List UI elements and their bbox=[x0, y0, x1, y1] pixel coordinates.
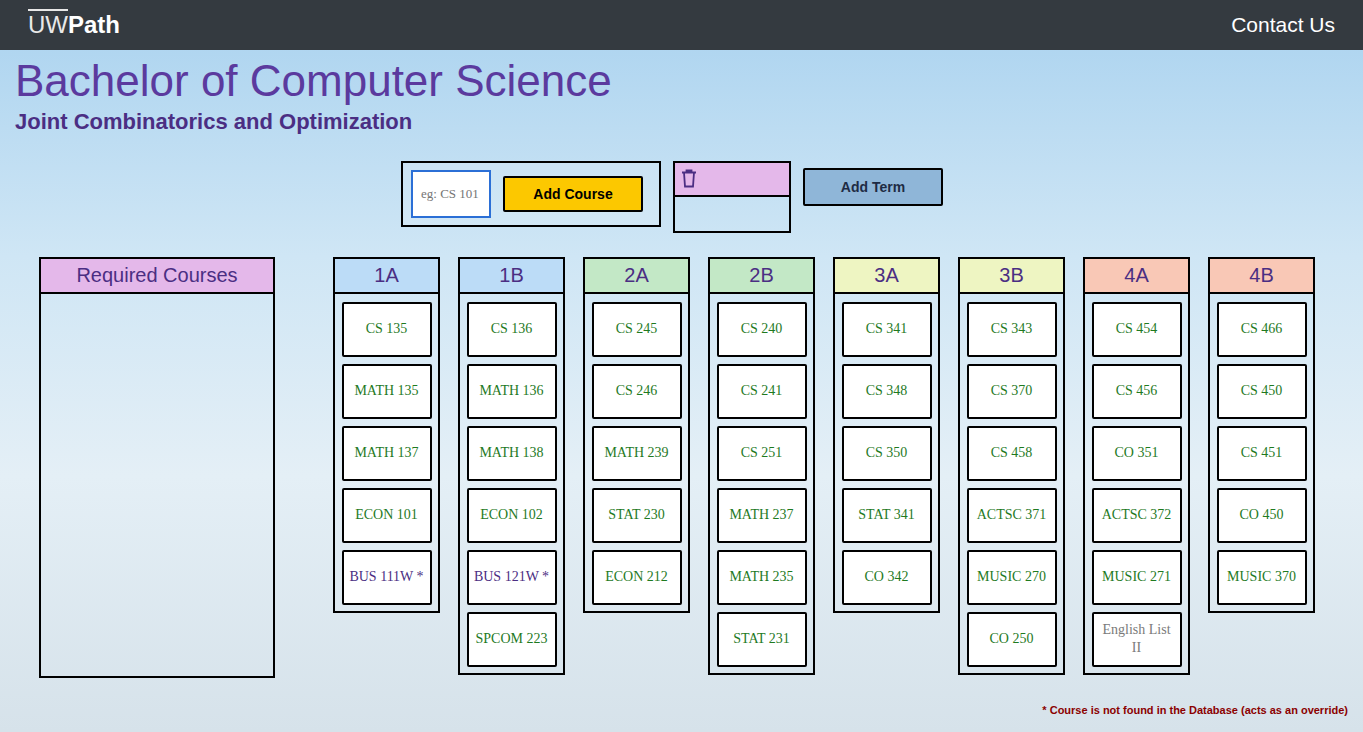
add-course-button[interactable]: Add Course bbox=[503, 176, 643, 212]
add-course-box: Add Course bbox=[401, 161, 661, 227]
degree-title: Bachelor of Computer Science bbox=[15, 56, 1363, 107]
course-card[interactable]: MUSIC 270 bbox=[967, 550, 1057, 605]
course-card[interactable]: STAT 231 bbox=[717, 612, 807, 667]
course-card[interactable]: MUSIC 271 bbox=[1092, 550, 1182, 605]
term-column[interactable]: 3A CS 341 CS 348 CS 350 STAT 341 CO 342 bbox=[833, 257, 940, 613]
course-card[interactable]: BUS 111W * bbox=[342, 550, 432, 605]
term-header: 2B bbox=[710, 259, 813, 294]
term-header: 4B bbox=[1210, 259, 1313, 294]
course-card[interactable]: CO 450 bbox=[1217, 488, 1307, 543]
course-card[interactable]: MATH 138 bbox=[467, 426, 557, 481]
trash-body bbox=[675, 197, 789, 231]
course-card[interactable]: CS 341 bbox=[842, 302, 932, 357]
course-card[interactable]: CS 241 bbox=[717, 364, 807, 419]
course-card[interactable]: MATH 237 bbox=[717, 488, 807, 543]
course-card[interactable]: CS 251 bbox=[717, 426, 807, 481]
course-card[interactable]: MATH 239 bbox=[592, 426, 682, 481]
term-column[interactable]: 4B CS 466 CS 450 CS 451 CO 450 MUSIC 370 bbox=[1208, 257, 1315, 613]
navbar: UWPath Contact Us bbox=[0, 0, 1363, 50]
course-card[interactable]: CO 342 bbox=[842, 550, 932, 605]
term-header: 2A bbox=[585, 259, 688, 294]
course-card[interactable]: BUS 121W * bbox=[467, 550, 557, 605]
term-course-list: CS 245 CS 246 MATH 239 STAT 230 ECON 212 bbox=[585, 294, 688, 609]
course-card[interactable]: CS 348 bbox=[842, 364, 932, 419]
trash-icon bbox=[681, 169, 697, 188]
course-card[interactable]: MATH 235 bbox=[717, 550, 807, 605]
course-card[interactable]: ECON 212 bbox=[592, 550, 682, 605]
required-header: Required Courses bbox=[41, 259, 273, 294]
term-course-list: CS 136 MATH 136 MATH 138 ECON 102 BUS 121W *… bbox=[460, 294, 563, 671]
course-card[interactable]: CS 456 bbox=[1092, 364, 1182, 419]
term-course-list: CS 240 CS 241 CS 251 MATH 237 MATH 235 STAT 2… bbox=[710, 294, 813, 671]
term-column[interactable]: 2B CS 240 CS 241 CS 251 MATH 237 MATH 235 STAT… bbox=[708, 257, 815, 675]
terms: 1A CS 135 MATH 135 MATH 137 ECON 101 BUS 111W… bbox=[333, 257, 1315, 675]
course-card[interactable]: CS 450 bbox=[1217, 364, 1307, 419]
course-card[interactable]: CS 135 bbox=[342, 302, 432, 357]
course-card[interactable]: ACTSC 372 bbox=[1092, 488, 1182, 543]
course-card[interactable]: CS 343 bbox=[967, 302, 1057, 357]
course-card[interactable]: MATH 136 bbox=[467, 364, 557, 419]
course-card[interactable]: CS 458 bbox=[967, 426, 1057, 481]
course-card[interactable]: CO 250 bbox=[967, 612, 1057, 667]
term-column[interactable]: 4A CS 454 CS 456 CO 351 ACTSC 372 MUSIC 271 En… bbox=[1083, 257, 1190, 675]
course-card[interactable]: ECON 101 bbox=[342, 488, 432, 543]
term-course-list: CS 343 CS 370 CS 458 ACTSC 371 MUSIC 270 CO 2… bbox=[960, 294, 1063, 671]
course-card[interactable]: ECON 102 bbox=[467, 488, 557, 543]
term-column[interactable]: 1A CS 135 MATH 135 MATH 137 ECON 101 BUS 111W… bbox=[333, 257, 440, 613]
course-card[interactable]: CS 240 bbox=[717, 302, 807, 357]
term-column[interactable]: 1B CS 136 MATH 136 MATH 138 ECON 102 BUS 121W… bbox=[458, 257, 565, 675]
course-card[interactable]: STAT 341 bbox=[842, 488, 932, 543]
course-card[interactable]: MUSIC 370 bbox=[1217, 550, 1307, 605]
term-header: 1A bbox=[335, 259, 438, 294]
course-card[interactable]: SPCOM 223 bbox=[467, 612, 557, 667]
contact-link[interactable]: Contact Us bbox=[1231, 13, 1335, 37]
term-header: 4A bbox=[1085, 259, 1188, 294]
course-card[interactable]: CS 451 bbox=[1217, 426, 1307, 481]
term-course-list: CS 466 CS 450 CS 451 CO 450 MUSIC 370 bbox=[1210, 294, 1313, 609]
logo-prefix: UW bbox=[28, 11, 68, 39]
course-card[interactable]: ACTSC 371 bbox=[967, 488, 1057, 543]
trash-header bbox=[675, 163, 789, 197]
required-courses[interactable]: Required Courses bbox=[39, 257, 275, 678]
term-column[interactable]: 3B CS 343 CS 370 CS 458 ACTSC 371 MUSIC 270 CO… bbox=[958, 257, 1065, 675]
course-card[interactable]: CS 350 bbox=[842, 426, 932, 481]
term-header: 3B bbox=[960, 259, 1063, 294]
logo[interactable]: UWPath bbox=[28, 11, 120, 39]
course-card[interactable]: MATH 137 bbox=[342, 426, 432, 481]
trash-drop-zone[interactable] bbox=[673, 161, 791, 233]
course-card[interactable]: MATH 135 bbox=[342, 364, 432, 419]
course-card[interactable]: CS 136 bbox=[467, 302, 557, 357]
course-card[interactable]: CS 370 bbox=[967, 364, 1057, 419]
term-course-list: CS 135 MATH 135 MATH 137 ECON 101 BUS 111W * bbox=[335, 294, 438, 609]
course-card[interactable]: STAT 230 bbox=[592, 488, 682, 543]
term-course-list: CS 454 CS 456 CO 351 ACTSC 372 MUSIC 271 Engl… bbox=[1085, 294, 1188, 671]
course-card[interactable]: CS 454 bbox=[1092, 302, 1182, 357]
term-course-list: CS 341 CS 348 CS 350 STAT 341 CO 342 bbox=[835, 294, 938, 609]
course-input[interactable] bbox=[411, 170, 491, 218]
course-card[interactable]: CO 351 bbox=[1092, 426, 1182, 481]
course-card[interactable]: CS 246 bbox=[592, 364, 682, 419]
footnote: * Course is not found in the Database (a… bbox=[0, 704, 1348, 716]
required-list bbox=[41, 294, 273, 676]
controls: Add Course Add Term bbox=[401, 161, 1363, 233]
course-card[interactable]: CS 466 bbox=[1217, 302, 1307, 357]
degree-subtitle: Joint Combinatorics and Optimization bbox=[15, 109, 1363, 135]
term-header: 1B bbox=[460, 259, 563, 294]
main: Bachelor of Computer ScienceJoint Combin… bbox=[0, 50, 1363, 716]
term-header: 3A bbox=[835, 259, 938, 294]
term-column[interactable]: 2A CS 245 CS 246 MATH 239 STAT 230 ECON 212 bbox=[583, 257, 690, 613]
logo-suffix: Path bbox=[68, 11, 120, 39]
board: Required Courses 1A CS 135 MATH 135 MATH 137… bbox=[39, 257, 1363, 678]
course-card[interactable]: CS 245 bbox=[592, 302, 682, 357]
course-card[interactable]: English List II bbox=[1092, 612, 1182, 667]
add-term-button[interactable]: Add Term bbox=[803, 168, 943, 206]
page: UWPath Contact Us Bachelor of Computer Sci… bbox=[0, 0, 1363, 732]
